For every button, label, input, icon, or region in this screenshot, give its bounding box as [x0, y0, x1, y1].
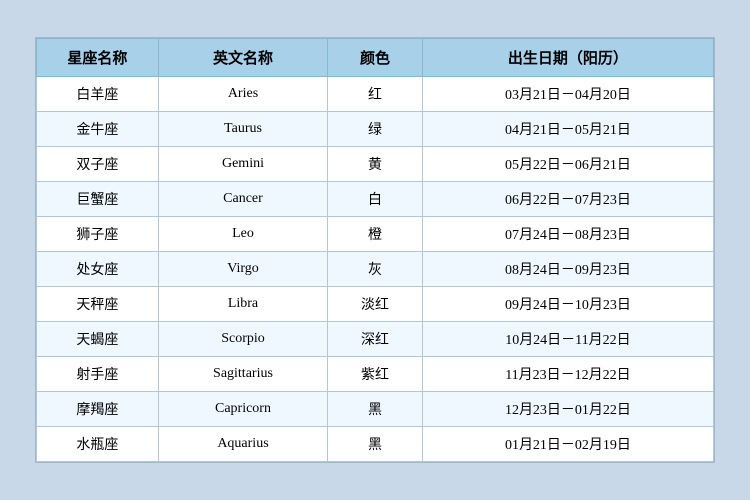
cell-english: Scorpio — [158, 322, 327, 357]
cell-date: 06月22日－07月23日 — [422, 182, 713, 217]
cell-chinese: 白羊座 — [37, 77, 159, 112]
cell-english: Virgo — [158, 252, 327, 287]
cell-color: 黑 — [328, 392, 423, 427]
cell-english: Aquarius — [158, 427, 327, 462]
header-chinese: 星座名称 — [37, 39, 159, 77]
cell-color: 白 — [328, 182, 423, 217]
table-row: 双子座Gemini黄05月22日－06月21日 — [37, 147, 714, 182]
cell-chinese: 射手座 — [37, 357, 159, 392]
table-row: 白羊座Aries红03月21日－04月20日 — [37, 77, 714, 112]
table-row: 巨蟹座Cancer白06月22日－07月23日 — [37, 182, 714, 217]
cell-date: 07月24日－08月23日 — [422, 217, 713, 252]
cell-chinese: 处女座 — [37, 252, 159, 287]
cell-date: 11月23日－12月22日 — [422, 357, 713, 392]
table-row: 射手座Sagittarius紫红11月23日－12月22日 — [37, 357, 714, 392]
table-row: 天蝎座Scorpio深红10月24日－11月22日 — [37, 322, 714, 357]
cell-chinese: 摩羯座 — [37, 392, 159, 427]
cell-chinese: 金牛座 — [37, 112, 159, 147]
cell-chinese: 狮子座 — [37, 217, 159, 252]
cell-chinese: 双子座 — [37, 147, 159, 182]
table-row: 水瓶座Aquarius黑01月21日－02月19日 — [37, 427, 714, 462]
cell-english: Leo — [158, 217, 327, 252]
cell-color: 黄 — [328, 147, 423, 182]
zodiac-table: 星座名称 英文名称 颜色 出生日期（阳历） 白羊座Aries红03月21日－04… — [36, 38, 714, 462]
cell-chinese: 巨蟹座 — [37, 182, 159, 217]
cell-color: 黑 — [328, 427, 423, 462]
cell-color: 深红 — [328, 322, 423, 357]
table-row: 摩羯座Capricorn黑12月23日－01月22日 — [37, 392, 714, 427]
table-body: 白羊座Aries红03月21日－04月20日金牛座Taurus绿04月21日－0… — [37, 77, 714, 462]
header-english: 英文名称 — [158, 39, 327, 77]
zodiac-table-wrapper: 星座名称 英文名称 颜色 出生日期（阳历） 白羊座Aries红03月21日－04… — [35, 37, 715, 463]
cell-date: 05月22日－06月21日 — [422, 147, 713, 182]
cell-date: 12月23日－01月22日 — [422, 392, 713, 427]
cell-english: Sagittarius — [158, 357, 327, 392]
cell-date: 10月24日－11月22日 — [422, 322, 713, 357]
cell-color: 绿 — [328, 112, 423, 147]
cell-color: 淡红 — [328, 287, 423, 322]
cell-date: 04月21日－05月21日 — [422, 112, 713, 147]
cell-color: 红 — [328, 77, 423, 112]
cell-date: 03月21日－04月20日 — [422, 77, 713, 112]
cell-chinese: 天秤座 — [37, 287, 159, 322]
cell-english: Capricorn — [158, 392, 327, 427]
cell-chinese: 水瓶座 — [37, 427, 159, 462]
cell-color: 橙 — [328, 217, 423, 252]
cell-date: 01月21日－02月19日 — [422, 427, 713, 462]
cell-english: Cancer — [158, 182, 327, 217]
table-row: 金牛座Taurus绿04月21日－05月21日 — [37, 112, 714, 147]
header-color: 颜色 — [328, 39, 423, 77]
cell-color: 灰 — [328, 252, 423, 287]
cell-date: 09月24日－10月23日 — [422, 287, 713, 322]
table-row: 狮子座Leo橙07月24日－08月23日 — [37, 217, 714, 252]
cell-color: 紫红 — [328, 357, 423, 392]
cell-english: Aries — [158, 77, 327, 112]
table-row: 处女座Virgo灰08月24日－09月23日 — [37, 252, 714, 287]
cell-english: Gemini — [158, 147, 327, 182]
table-header-row: 星座名称 英文名称 颜色 出生日期（阳历） — [37, 39, 714, 77]
table-row: 天秤座Libra淡红09月24日－10月23日 — [37, 287, 714, 322]
cell-english: Libra — [158, 287, 327, 322]
cell-date: 08月24日－09月23日 — [422, 252, 713, 287]
header-date: 出生日期（阳历） — [422, 39, 713, 77]
cell-english: Taurus — [158, 112, 327, 147]
cell-chinese: 天蝎座 — [37, 322, 159, 357]
